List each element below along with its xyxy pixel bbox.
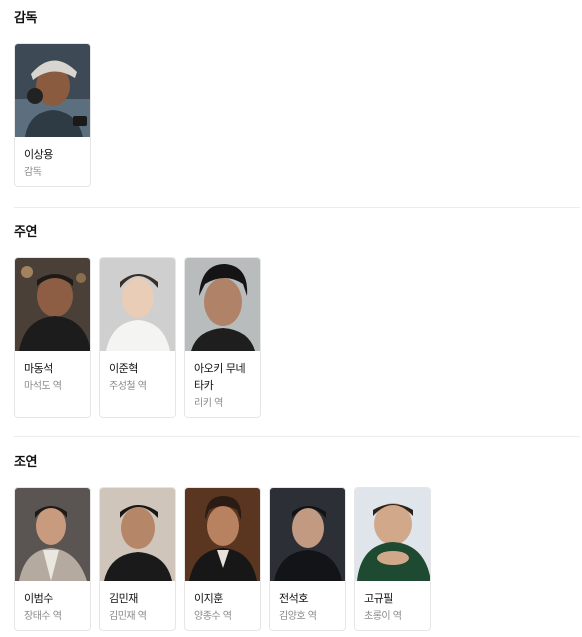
person-card[interactable]: 아오키 무네타카 리키 역 — [184, 257, 261, 418]
person-role: 장태수 역 — [24, 611, 62, 622]
person-card[interactable]: 고규필 초롱이 역 — [354, 487, 431, 631]
person-photo — [185, 488, 260, 581]
person-role: 김민재 역 — [109, 611, 147, 622]
person-role: 양종수 역 — [194, 611, 232, 622]
person-name: 김민재 — [109, 592, 138, 605]
person-photo — [270, 488, 345, 581]
person-photo — [100, 488, 175, 581]
person-role: 리키 역 — [194, 398, 223, 409]
main-cast-card-list: 마동석 마석도 역 이준혁 주성철 역 아오키 무네타카 리키 역 — [14, 257, 582, 418]
section-divider — [14, 436, 580, 437]
person-name: 전석호 — [279, 592, 308, 605]
main-cast-section: 주연 마동석 마석도 역 이준혁 주성철 역 아오키 무네타카 리키 역 — [14, 225, 582, 418]
person-role: 초롱이 역 — [364, 611, 402, 622]
person-info: 이범수 장태수 역 — [15, 581, 90, 630]
person-info: 이상용 감독 — [15, 137, 90, 186]
person-role: 감독 — [24, 167, 42, 178]
person-photo — [15, 44, 90, 137]
cast-crew-page: 감독 이상용 감독 주연 마동석 마석도 역 이준혁 주성철 역 아오키 무네타… — [0, 0, 582, 637]
supporting-cast-card-list: 이범수 장태수 역 김민재 김민재 역 이지훈 양종수 역 전석호 김양호 역 … — [14, 487, 582, 631]
person-photo — [185, 258, 260, 351]
director-card-list: 이상용 감독 — [14, 43, 582, 187]
section-divider — [14, 207, 580, 208]
director-section: 감독 이상용 감독 — [14, 11, 582, 187]
person-card[interactable]: 마동석 마석도 역 — [14, 257, 91, 418]
person-card[interactable]: 김민재 김민재 역 — [99, 487, 176, 631]
person-name: 이상용 — [24, 148, 53, 161]
person-photo — [100, 258, 175, 351]
person-card[interactable]: 이지훈 양종수 역 — [184, 487, 261, 631]
person-role: 주성철 역 — [109, 381, 147, 392]
person-role: 김양호 역 — [279, 611, 317, 622]
section-title-director: 감독 — [14, 11, 37, 26]
person-name: 마동석 — [24, 362, 53, 375]
person-name: 아오키 무네타카 — [194, 362, 246, 392]
person-card[interactable]: 전석호 김양호 역 — [269, 487, 346, 631]
section-title-supporting-cast: 조연 — [14, 455, 37, 470]
person-photo — [15, 488, 90, 581]
person-name: 이준혁 — [109, 362, 138, 375]
person-info: 고규필 초롱이 역 — [355, 581, 430, 630]
person-role: 마석도 역 — [24, 381, 62, 392]
person-info: 전석호 김양호 역 — [270, 581, 345, 630]
person-photo — [355, 488, 430, 581]
person-card[interactable]: 이범수 장태수 역 — [14, 487, 91, 631]
section-title-main-cast: 주연 — [14, 225, 37, 240]
person-info: 김민재 김민재 역 — [100, 581, 175, 630]
person-card[interactable]: 이준혁 주성철 역 — [99, 257, 176, 418]
person-info: 이지훈 양종수 역 — [185, 581, 260, 630]
person-name: 이지훈 — [194, 592, 223, 605]
person-info: 이준혁 주성철 역 — [100, 351, 175, 403]
person-info: 아오키 무네타카 리키 역 — [185, 351, 260, 417]
supporting-cast-section: 조연 이범수 장태수 역 김민재 김민재 역 이지훈 양종수 역 전석호 김양호… — [14, 455, 582, 631]
person-name: 이범수 — [24, 592, 53, 605]
person-info: 마동석 마석도 역 — [15, 351, 90, 403]
person-name: 고규필 — [364, 592, 393, 605]
person-card-director[interactable]: 이상용 감독 — [14, 43, 91, 187]
person-photo — [15, 258, 90, 351]
